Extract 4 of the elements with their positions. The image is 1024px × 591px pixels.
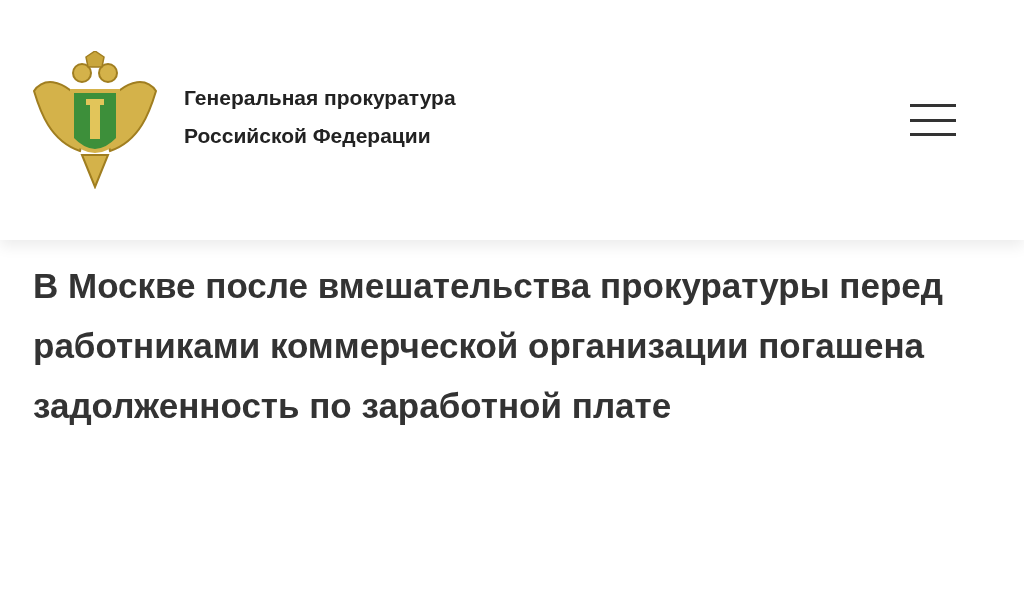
site-title: Генеральная прокуратура [184,85,456,111]
article-headline: В Москве после вмешательства прокуратуры перед работниками коммерческой организации погашена задолженность по заработной плате [33,265,944,427]
menu-button[interactable] [910,102,956,138]
site-title: Российской Федерации [184,123,432,149]
